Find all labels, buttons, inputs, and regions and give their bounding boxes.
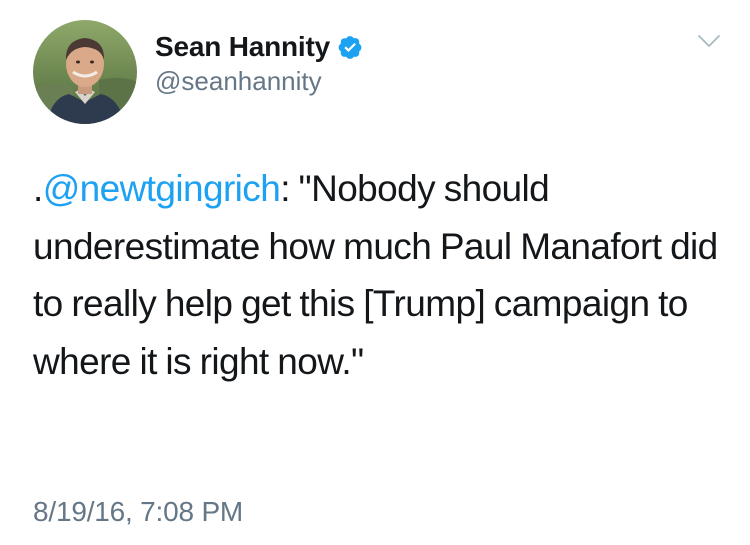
handle[interactable]: @seanhannity xyxy=(155,66,363,97)
chevron-down-icon[interactable] xyxy=(698,34,720,48)
tweet-card: Sean Hannity @seanhannity .@newtgingrich… xyxy=(0,0,750,545)
user-info: Sean Hannity @seanhannity xyxy=(155,30,363,97)
timestamp[interactable]: 8/19/16, 7:08 PM xyxy=(33,496,243,528)
tweet-text: .@newtgingrich: "Nobody should underesti… xyxy=(33,160,723,390)
display-name[interactable]: Sean Hannity xyxy=(155,31,330,63)
mention-link[interactable]: @newtgingrich xyxy=(43,168,281,209)
avatar[interactable] xyxy=(33,20,137,124)
name-row: Sean Hannity xyxy=(155,30,363,64)
tweet-prefix: . xyxy=(33,168,43,209)
verified-badge-icon xyxy=(337,34,363,60)
avatar-image xyxy=(33,20,137,124)
